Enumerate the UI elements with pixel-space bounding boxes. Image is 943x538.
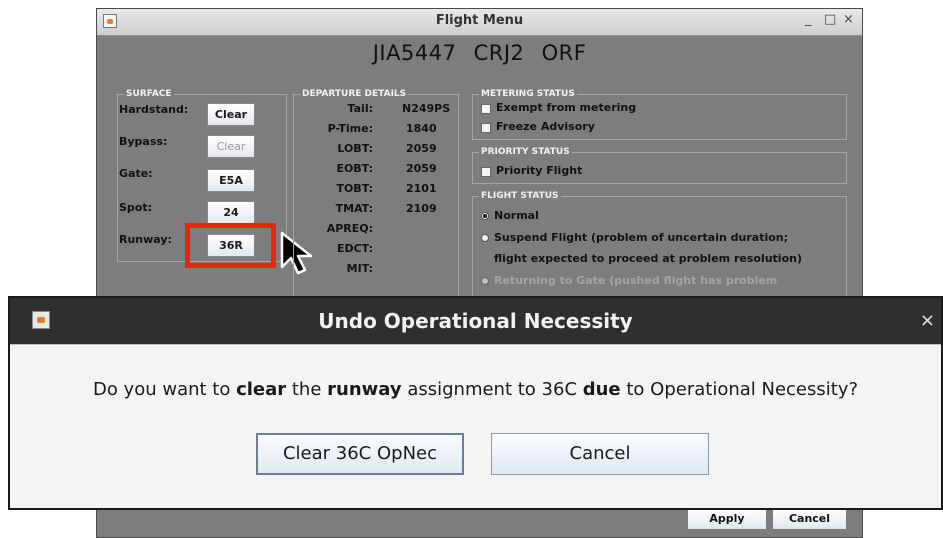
flight-status-title: FLIGHT STATUS — [479, 189, 561, 203]
dialog-body: Do you want to clear the runway assignme… — [10, 344, 941, 508]
runway-label: Runway: — [119, 233, 172, 246]
dialog-title: Undo Operational Necessity — [318, 309, 633, 333]
exempt-metering-label: Exempt from metering — [496, 101, 637, 114]
close-icon[interactable]: × — [920, 310, 935, 331]
suspend-flight-label: Suspend Flight (problem of uncertain dur… — [494, 231, 789, 244]
freeze-advisory-label: Freeze Advisory — [496, 120, 595, 133]
freeze-advisory-checkbox[interactable] — [481, 123, 491, 133]
message-mid: assignment to 36C — [401, 379, 583, 400]
normal-label: Normal — [494, 209, 539, 222]
metering-status-title: METERING STATUS — [479, 87, 577, 101]
dialog-titlebar[interactable]: Undo Operational Necessity × — [10, 298, 941, 344]
runway-highlight-box — [185, 223, 276, 268]
apply-button[interactable]: Apply — [687, 508, 767, 530]
priority-status-title: PRIORITY STATUS — [479, 145, 572, 159]
apreq-label: APREQ: — [326, 222, 373, 235]
edct-label: EDCT: — [336, 242, 373, 255]
eobt-value: 2059 — [406, 162, 437, 175]
mit-label: MIT: — [346, 262, 373, 275]
tmat-label: TMAT: — [335, 202, 373, 215]
tail-label: Tail: — [347, 102, 373, 115]
suspend-flight-radio[interactable] — [481, 234, 489, 242]
message-runway: runway — [327, 379, 402, 400]
flight-menu-cancel-button[interactable]: Cancel — [772, 508, 847, 530]
lobt-value: 2059 — [406, 142, 437, 155]
message-due: due — [582, 379, 621, 400]
priority-flight-checkbox[interactable] — [481, 167, 491, 177]
suspend-flight-label-line2: flight expected to proceed at problem re… — [494, 252, 802, 265]
spot-label: Spot: — [119, 201, 153, 214]
bypass-clear-button[interactable]: Clear — [207, 135, 255, 158]
tmat-value: 2109 — [406, 202, 437, 215]
flight-header: JIA5447 CRJ2 ORF — [372, 41, 587, 65]
hardstand-label: Hardstand: — [119, 103, 189, 116]
gate-label: Gate: — [119, 167, 153, 180]
returning-to-gate-label: Returning to Gate (pushed flight has pro… — [494, 274, 778, 287]
normal-radio[interactable] — [481, 212, 489, 220]
ptime-label: P-Time: — [327, 122, 373, 135]
tobt-label: TOBT: — [336, 182, 373, 195]
gate-button[interactable]: E5A — [207, 169, 255, 192]
message-start: Do you want to — [92, 379, 237, 400]
tobt-value: 2101 — [406, 182, 437, 195]
bypass-label: Bypass: — [119, 135, 168, 148]
message-end: to Operational Necessity? — [620, 379, 859, 400]
minimize-icon[interactable]: _ — [805, 12, 812, 27]
priority-flight-label: Priority Flight — [496, 164, 583, 177]
tail-value: N249PS — [402, 102, 451, 115]
exempt-metering-checkbox[interactable] — [481, 104, 491, 114]
undo-operational-necessity-dialog: Undo Operational Necessity × Do you want… — [8, 296, 943, 510]
flight-menu-title: Flight Menu — [435, 13, 524, 28]
returning-to-gate-radio[interactable] — [481, 277, 489, 285]
ptime-value: 1840 — [406, 122, 437, 135]
departure-details-title: DEPARTURE DETAILS — [300, 87, 409, 101]
lobt-label: LOBT: — [337, 142, 373, 155]
dialog-message: Do you want to clear the runway assignme… — [10, 379, 941, 400]
hardstand-clear-button[interactable]: Clear — [207, 103, 255, 126]
clear-36c-opnec-button[interactable]: Clear 36C OpNec — [256, 433, 464, 475]
surface-group-title: SURFACE — [124, 87, 174, 101]
message-the: the — [286, 379, 328, 400]
dialog-cancel-button[interactable]: Cancel — [491, 433, 709, 475]
maximize-icon[interactable]: □ — [824, 12, 836, 27]
flight-menu-titlebar[interactable]: Flight Menu _ □ × — [97, 9, 862, 36]
close-icon[interactable]: × — [843, 12, 854, 27]
message-clear: clear — [236, 379, 287, 400]
eobt-label: EOBT: — [336, 162, 373, 175]
spot-button[interactable]: 24 — [207, 201, 255, 224]
